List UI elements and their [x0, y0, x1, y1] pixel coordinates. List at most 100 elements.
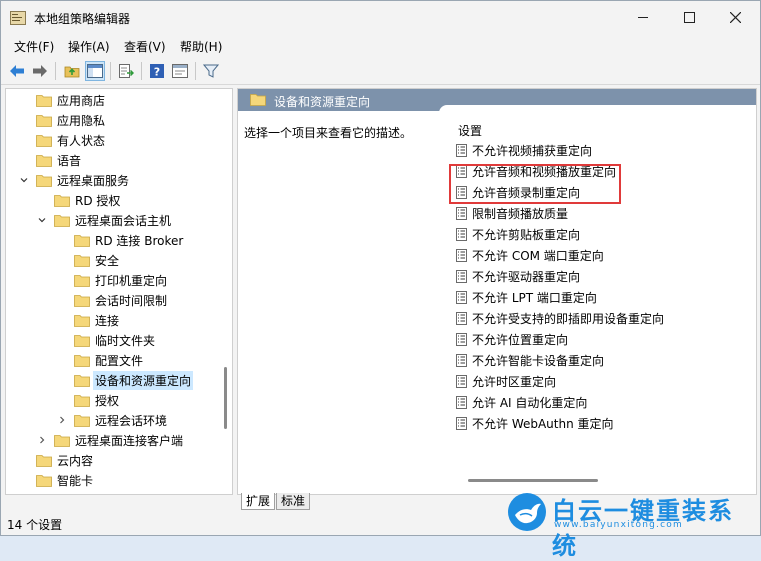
tab-standard[interactable]: 标准: [276, 493, 311, 510]
tree-vertical-scrollbar[interactable]: [224, 367, 227, 429]
tree-expander: [56, 254, 68, 266]
tree-expander[interactable]: [56, 414, 68, 426]
setting-row[interactable]: 不允许 LPT 端口重定向: [456, 287, 597, 307]
setting-label: 不允许 WebAuthn 重定向: [472, 416, 614, 431]
menu-help[interactable]: 帮助(H): [180, 38, 222, 55]
filter-button[interactable]: [201, 61, 221, 81]
setting-label: 不允许视频捕获重定向: [472, 143, 593, 158]
status-text: 14 个设置: [7, 518, 63, 532]
policy-setting-icon: [456, 416, 467, 430]
tree-item-label: 授权: [95, 393, 120, 408]
tree-item-label: 智能卡: [57, 473, 94, 488]
tree-item[interactable]: 设备和资源重定向: [56, 370, 194, 390]
tree-item[interactable]: RD 授权: [36, 190, 120, 210]
tree-item[interactable]: 远程会话环境: [56, 410, 167, 430]
minimize-button[interactable]: [620, 1, 666, 34]
setting-row[interactable]: 不允许 WebAuthn 重定向: [456, 413, 614, 433]
tree-item-label: 远程会话环境: [95, 413, 168, 428]
menu-file[interactable]: 文件(F): [14, 38, 54, 55]
menu-bar: 文件(F) 操作(A) 查看(V) 帮助(H): [1, 36, 760, 56]
tree-item[interactable]: RD 连接 Broker: [56, 230, 183, 250]
setting-row[interactable]: 不允许 COM 端口重定向: [456, 245, 604, 265]
tree-item[interactable]: 远程桌面连接客户端: [36, 430, 183, 450]
tree-item[interactable]: 连接: [56, 310, 119, 330]
close-button[interactable]: [712, 1, 758, 34]
setting-label: 不允许 LPT 端口重定向: [472, 290, 597, 305]
tree-item-label: 设备和资源重定向: [93, 370, 194, 390]
properties-button[interactable]: [170, 61, 190, 81]
tree-item[interactable]: 智能卡: [18, 470, 93, 490]
folder-icon: [74, 394, 90, 407]
tree-item[interactable]: 配置文件: [56, 350, 143, 370]
tree-item[interactable]: 授权: [56, 390, 119, 410]
folder-icon: [36, 154, 52, 167]
tree-expander: [18, 114, 30, 126]
back-button[interactable]: [7, 61, 27, 81]
tree-item-label: 云内容: [57, 453, 94, 468]
tree-item[interactable]: 远程桌面会话主机: [36, 210, 171, 230]
folder-icon: [36, 114, 52, 127]
policy-setting-icon: [456, 206, 467, 220]
tree-expander[interactable]: [36, 434, 48, 446]
tree-item[interactable]: 有人状态: [18, 130, 105, 150]
setting-row[interactable]: 不允许位置重定向: [456, 329, 568, 349]
tree-item[interactable]: 会话时间限制: [56, 290, 167, 310]
tree-item[interactable]: 临时文件夹: [56, 330, 155, 350]
tree-item-label: RD 授权: [75, 193, 121, 208]
policy-setting-icon: [456, 269, 467, 283]
setting-row[interactable]: 允许时区重定向: [456, 371, 556, 391]
setting-row[interactable]: 限制音频播放质量: [456, 203, 568, 223]
tree-expander: [56, 274, 68, 286]
tree-item[interactable]: 应用商店: [18, 90, 105, 110]
policy-setting-icon: [456, 248, 467, 262]
setting-row[interactable]: 不允许受支持的即插即用设备重定向: [456, 308, 664, 328]
tree-item-label: 应用隐私: [57, 113, 106, 128]
chevron-down-icon: [20, 178, 28, 183]
tree-expander: [36, 194, 48, 206]
menu-action[interactable]: 操作(A): [68, 38, 110, 55]
details-horizontal-scrollbar[interactable]: [468, 479, 598, 482]
tree-item-label: 语音: [57, 153, 82, 168]
help-button[interactable]: ?: [147, 61, 167, 81]
tree-item[interactable]: 语音: [18, 150, 81, 170]
tree-expander: [56, 354, 68, 366]
tree-expander: [18, 454, 30, 466]
folder-icon: [74, 294, 90, 307]
tree-item-label: 打印机重定向: [95, 273, 168, 288]
tree-expander[interactable]: [18, 174, 30, 186]
policy-setting-icon: [456, 374, 467, 388]
tree-item[interactable]: 云内容: [18, 450, 93, 470]
show-hide-tree-button[interactable]: [85, 61, 105, 81]
folder-icon: [74, 414, 90, 427]
tree-item[interactable]: 打印机重定向: [56, 270, 167, 290]
forward-arrow-icon: [33, 65, 47, 77]
export-list-button[interactable]: [116, 61, 136, 81]
tree-item[interactable]: 应用隐私: [18, 110, 105, 130]
tree-item[interactable]: 安全: [56, 250, 119, 270]
tree-item-label: 配置文件: [95, 353, 144, 368]
maximize-button[interactable]: [666, 1, 712, 34]
menu-view[interactable]: 查看(V): [124, 38, 166, 55]
folder-icon: [54, 194, 70, 207]
forward-button[interactable]: [30, 61, 50, 81]
tab-extended[interactable]: 扩展: [241, 493, 276, 510]
tree-item-label: 连接: [95, 313, 120, 328]
up-level-button[interactable]: [62, 61, 82, 81]
show-hide-tree-icon: [87, 64, 103, 78]
setting-row[interactable]: 不允许剪贴板重定向: [456, 224, 580, 244]
setting-row[interactable]: 不允许视频捕获重定向: [456, 140, 592, 160]
setting-row[interactable]: 不允许驱动器重定向: [456, 266, 580, 286]
folder-icon: [36, 134, 52, 147]
properties-icon: [172, 64, 188, 78]
details-header-title: 设备和资源重定向: [274, 95, 371, 109]
tree-expander: [18, 474, 30, 486]
app-icon: [10, 11, 26, 25]
setting-row[interactable]: 不允许智能卡设备重定向: [456, 350, 604, 370]
tree-expander[interactable]: [36, 214, 48, 226]
folder-icon: [54, 434, 70, 447]
navigation-tree: 应用商店应用隐私有人状态语音远程桌面服务 RD 授权远程桌面会话主机 RD 连接 B…: [5, 88, 233, 495]
tree-expander: [56, 374, 68, 386]
setting-row[interactable]: 允许 AI 自动化重定向: [456, 392, 587, 412]
tree-item[interactable]: 远程桌面服务: [18, 170, 129, 190]
settings-column-header[interactable]: 设置: [458, 122, 482, 139]
